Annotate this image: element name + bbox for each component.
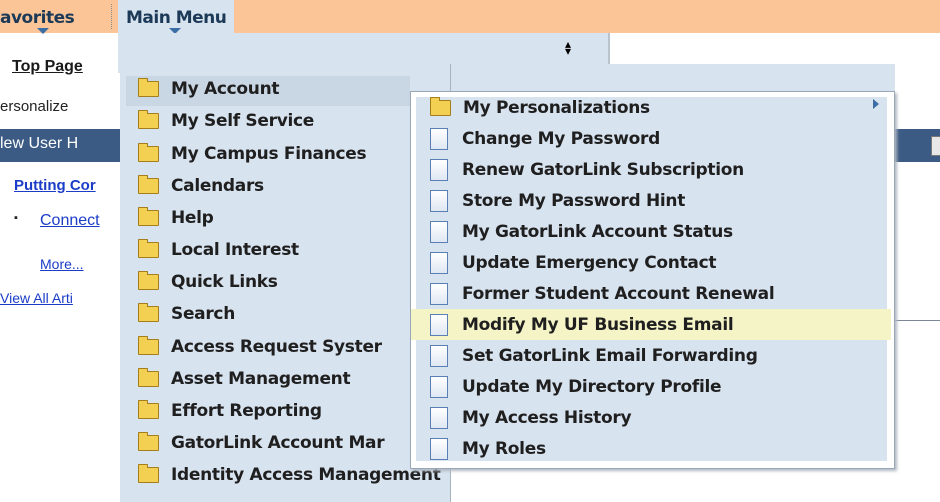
submenu-item-label: Update Emergency Contact	[462, 253, 717, 273]
menu-item-label: My Account	[171, 79, 280, 99]
document-icon	[430, 314, 448, 336]
submenu-item-label: Change My Password	[462, 129, 660, 149]
menu-item-gatorlink-account-management[interactable]: GatorLink Account Mar	[138, 428, 408, 458]
menu-item-label: My Self Service	[171, 111, 315, 131]
folder-icon	[138, 464, 159, 483]
folder-icon	[430, 97, 451, 116]
menu-item-help[interactable]: Help	[138, 203, 408, 233]
folder-icon	[138, 400, 159, 419]
menu-item-quick-links[interactable]: Quick Links	[138, 267, 408, 297]
document-icon	[430, 438, 448, 460]
menu-item-label: GatorLink Account Mar	[171, 433, 385, 453]
tab-separator	[111, 4, 112, 29]
menu-item-my-self-service[interactable]: My Self Service	[138, 106, 408, 136]
submenu-item-label: My Access History	[462, 408, 632, 428]
menu-item-asset-management[interactable]: Asset Management	[138, 364, 408, 394]
menu-item-identity-access-management[interactable]: Identity Access Management	[138, 460, 450, 490]
submenu-item-label: Update My Directory Profile	[462, 377, 722, 397]
personalize-link[interactable]: ersonalize	[0, 98, 68, 115]
submenu-item-my-gatorlink-account-status[interactable]: My GatorLink Account Status	[430, 217, 860, 247]
main-menu-tab-label: Main Menu	[126, 8, 227, 28]
folder-icon	[138, 336, 159, 355]
document-icon	[430, 190, 448, 212]
menu-item-local-interest[interactable]: Local Interest	[138, 235, 408, 265]
submenu-item-store-my-password-hint[interactable]: Store My Password Hint	[430, 186, 860, 216]
menu-item-label: Help	[171, 208, 214, 228]
submenu-item-my-roles[interactable]: My Roles	[430, 434, 860, 464]
menu-item-calendars[interactable]: Calendars	[138, 171, 408, 201]
submenu-item-label: Store My Password Hint	[462, 191, 686, 211]
folder-icon	[138, 271, 159, 290]
menu-item-effort-reporting[interactable]: Effort Reporting	[138, 396, 408, 426]
menu-item-search[interactable]: Search	[138, 299, 408, 329]
submenu-item-renew-gatorlink-subscription[interactable]: Renew GatorLink Subscription	[430, 155, 860, 185]
document-icon	[430, 252, 448, 274]
document-icon	[430, 407, 448, 429]
menu-item-label: Access Request Syster	[171, 337, 382, 357]
document-icon	[430, 345, 448, 367]
document-icon	[430, 283, 448, 305]
favorites-tab-label: avorites	[0, 8, 75, 28]
folder-icon	[138, 303, 159, 322]
menu-item-label: Search	[171, 304, 236, 324]
document-icon	[430, 221, 448, 243]
submenu-item-modify-my-uf-business-email[interactable]: Modify My UF Business Email	[430, 310, 860, 340]
submenu-item-update-my-directory-profile[interactable]: Update My Directory Profile	[430, 372, 860, 402]
menu-item-my-account[interactable]: My Account	[138, 74, 408, 104]
pagelet-options-button[interactable]	[931, 136, 940, 156]
pagelet-header-title: lew User H	[0, 135, 79, 152]
submenu-item-label: Renew GatorLink Subscription	[462, 160, 744, 180]
pagelet-header: lew User H	[0, 129, 135, 162]
favorites-tab[interactable]: avorites	[0, 0, 108, 34]
submenu-item-label: My GatorLink Account Status	[462, 222, 733, 242]
view-all-articles-link[interactable]: View All Arti	[0, 290, 73, 306]
submenu-item-set-gatorlink-email-forwarding[interactable]: Set GatorLink Email Forwarding	[430, 341, 860, 371]
submenu-item-my-access-history[interactable]: My Access History	[430, 403, 860, 433]
document-icon	[430, 159, 448, 181]
divider-line	[890, 320, 940, 321]
scroll-up-down-icon[interactable]: ▴ ▾	[565, 38, 571, 57]
submenu-item-update-emergency-contact[interactable]: Update Emergency Contact	[430, 248, 860, 278]
folder-icon	[138, 78, 159, 97]
menu-item-label: Local Interest	[171, 240, 299, 260]
submenu-item-label: Set GatorLink Email Forwarding	[462, 346, 758, 366]
folder-icon	[138, 143, 159, 162]
menu-item-label: Calendars	[171, 176, 264, 196]
submenu-item-label: Former Student Account Renewal	[462, 284, 775, 304]
connect-link[interactable]: Connect	[40, 212, 100, 230]
document-icon	[430, 128, 448, 150]
folder-icon	[138, 207, 159, 226]
submenu-item-label: Modify My UF Business Email	[462, 315, 734, 335]
submenu-item-my-personalizations[interactable]: My Personalizations	[430, 93, 860, 123]
dropdown-bottom-edge	[120, 492, 450, 502]
menu-item-access-request-system[interactable]: Access Request Syster	[138, 332, 408, 362]
top-page-link[interactable]: Top Page	[12, 58, 83, 76]
submenu-item-label: My Roles	[462, 439, 546, 459]
favorites-dropdown-arrow-icon	[37, 28, 49, 34]
submenu-item-former-student-account-renewal[interactable]: Former Student Account Renewal	[430, 279, 860, 309]
submenu-arrow-icon	[873, 99, 879, 109]
folder-icon	[138, 432, 159, 451]
folder-icon	[138, 239, 159, 258]
putting-link[interactable]: Putting Cor	[14, 177, 96, 194]
submenu-item-label: My Personalizations	[463, 98, 650, 118]
menu-item-label: Identity Access Management	[171, 465, 441, 485]
menu-item-label: My Campus Finances	[171, 144, 367, 164]
bullet-icon: ▪	[14, 212, 18, 224]
folder-icon	[138, 368, 159, 387]
menu-item-label: Effort Reporting	[171, 401, 322, 421]
menu-item-label: Asset Management	[171, 369, 351, 389]
more-link[interactable]: More...	[40, 256, 84, 272]
folder-icon	[138, 110, 159, 129]
submenu-item-change-my-password[interactable]: Change My Password	[430, 124, 860, 154]
menu-item-label: Quick Links	[171, 272, 278, 292]
document-icon	[430, 376, 448, 398]
folder-icon	[138, 175, 159, 194]
menu-item-my-campus-finances[interactable]: My Campus Finances	[138, 139, 408, 169]
